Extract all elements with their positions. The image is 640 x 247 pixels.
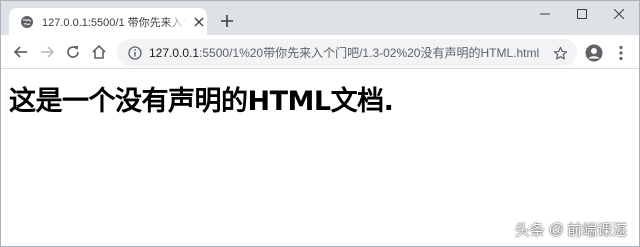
bookmark-star-icon[interactable] [551, 44, 569, 62]
globe-icon [20, 15, 34, 29]
back-arrow-icon[interactable] [9, 40, 33, 64]
url-text[interactable]: 127.0.0.1:5500/1%20带你先来入个门吧/1.3-02%20没有声… [149, 44, 544, 61]
window-close-icon[interactable] [598, 1, 640, 27]
page-content: 这是一个没有声明的HTML文档. 头条 @ 前端课湛 [1, 70, 639, 246]
browser-window: 127.0.0.1:5500/1 带你先来入个门吧 [0, 0, 640, 247]
home-icon[interactable] [87, 40, 111, 64]
maximize-icon[interactable] [561, 1, 603, 27]
new-tab-plus-icon[interactable] [217, 11, 237, 31]
address-bar[interactable]: 127.0.0.1:5500/1%20带你先来入个门吧/1.3-02%20没有声… [117, 39, 577, 66]
tab-active[interactable]: 127.0.0.1:5500/1 带你先来入个门吧 [9, 8, 207, 35]
forward-arrow-icon[interactable] [35, 40, 59, 64]
reload-icon[interactable] [61, 40, 85, 64]
watermark: 头条 @ 前端课湛 [515, 219, 627, 240]
url-path: :5500/1%20带你先来入个门吧/1.3-02%20没有声明的HTML.ht… [199, 46, 540, 60]
minimize-icon[interactable] [524, 1, 566, 27]
url-host: 127.0.0.1 [149, 46, 200, 60]
account-icon[interactable] [584, 43, 604, 63]
kebab-menu-icon[interactable] [613, 43, 629, 63]
page-heading: 这是一个没有声明的HTML文档. [9, 86, 394, 117]
info-icon[interactable] [127, 45, 143, 61]
tab-strip: 127.0.0.1:5500/1 带你先来入个门吧 [1, 1, 639, 35]
watermark-label: 头条 [514, 222, 545, 239]
tab-close-icon[interactable] [191, 14, 207, 30]
watermark-at: @ [548, 221, 564, 238]
browser-toolbar: 127.0.0.1:5500/1%20带你先来入个门吧/1.3-02%20没有声… [1, 35, 639, 69]
tab-title: 127.0.0.1:5500/1 带你先来入个门吧 [42, 16, 187, 29]
watermark-author: 前端课湛 [566, 222, 627, 239]
